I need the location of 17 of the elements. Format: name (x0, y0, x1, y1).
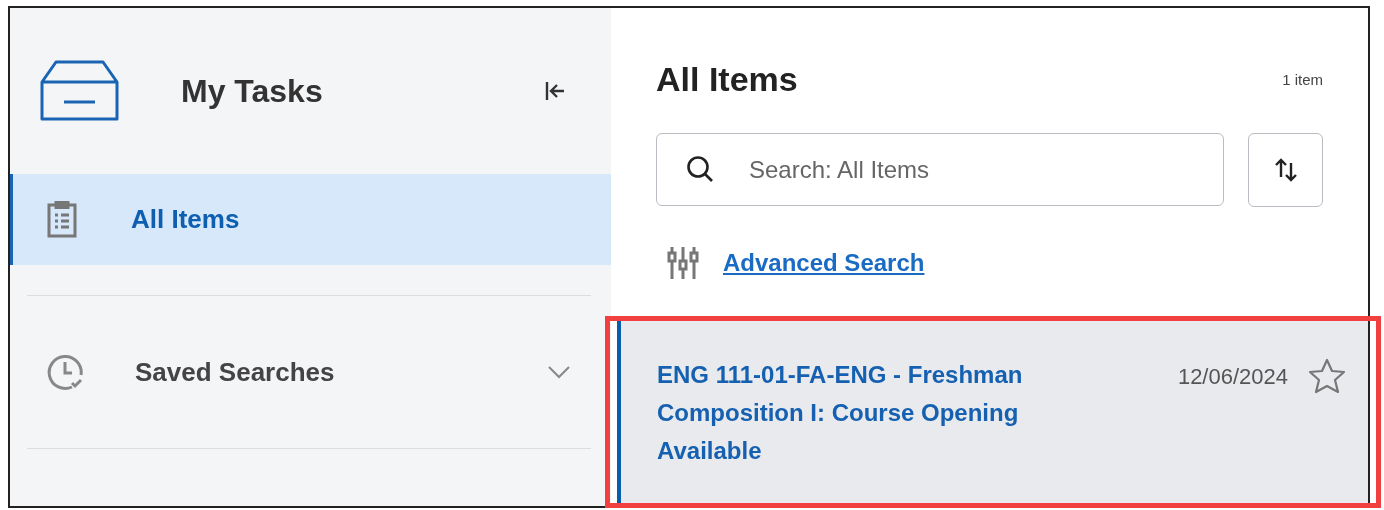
sort-button[interactable] (1248, 133, 1323, 207)
advanced-search-link[interactable]: Advanced Search (723, 249, 925, 277)
inbox-tray-icon (40, 60, 119, 122)
search-icon (686, 155, 714, 183)
clock-check-icon (47, 353, 85, 391)
star-icon[interactable] (1308, 358, 1346, 394)
task-title-link[interactable]: ENG 111-01-FA-ENG - Freshman Composition I: Course Opening Available (657, 356, 1057, 470)
clipboard-icon (47, 201, 77, 238)
task-date: 12/06/2024 (1177, 364, 1288, 390)
sidebar-title: My Tasks (181, 72, 324, 110)
sliders-icon (667, 245, 699, 281)
search-field[interactable]: Search: All Items (656, 133, 1224, 206)
page-title: All Items (656, 60, 798, 99)
nav-item[interactable]: All Items (10, 174, 611, 265)
nav-item[interactable]: Saved Searches (10, 296, 611, 448)
item-count: 1 item (1282, 71, 1323, 88)
task-card[interactable]: ENG 111-01-FA-ENG - Freshman Composition I: Course Opening Available 12/06/2024 (617, 320, 1368, 506)
